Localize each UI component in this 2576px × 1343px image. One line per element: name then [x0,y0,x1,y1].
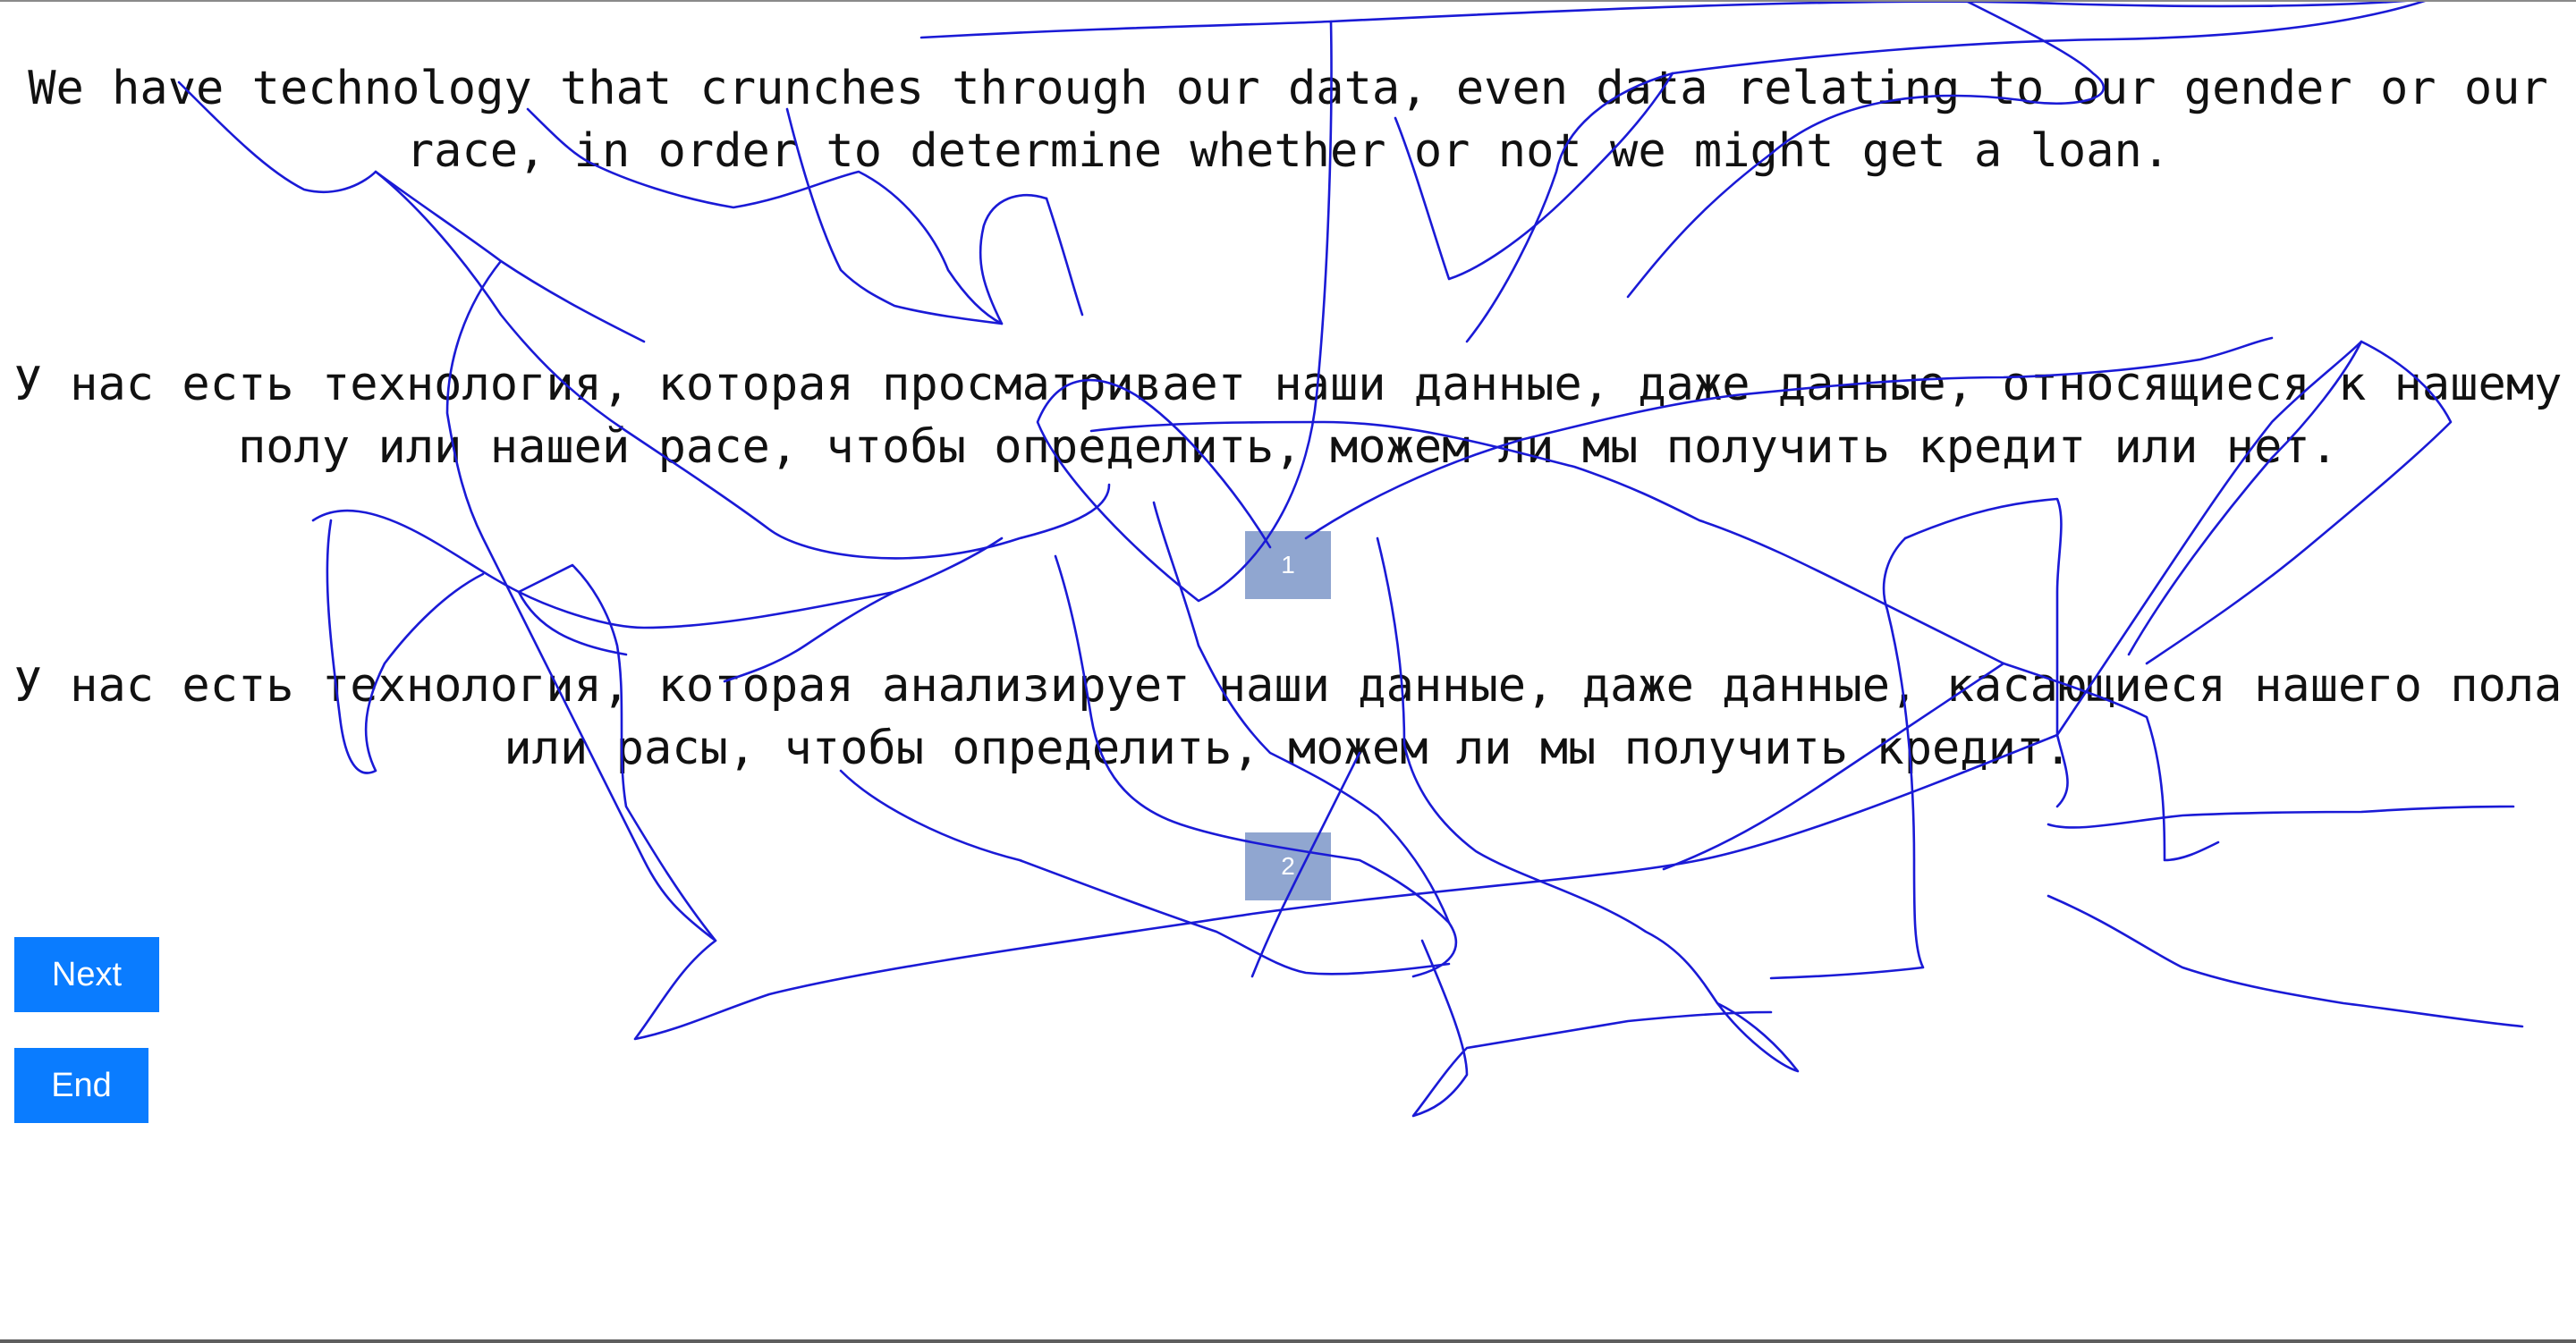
annotation-canvas[interactable]: We have technology that crunches through… [0,0,2576,1343]
translation-option-2: У нас есть технология, которая анализиру… [13,659,2563,775]
scribble-stroke [1045,197,1084,317]
scribble-stroke [311,509,1004,629]
scribble-stroke [1411,939,1773,1118]
end-button[interactable]: End [14,1048,148,1123]
source-sentence: We have technology that crunches through… [28,62,2548,178]
scribble-stroke [1089,420,2220,862]
option-2-number-badge[interactable]: 2 [1245,832,1331,900]
scribble-stroke [2046,894,2524,1028]
next-button[interactable]: Next [14,937,159,1012]
scribble-stroke [1376,536,1800,1073]
scribble-stroke [839,769,1451,976]
option-1-number-badge[interactable]: 1 [1245,531,1331,599]
translation-option-1: У нас есть технология, которая просматри… [13,358,2563,474]
scribble-stroke [2046,805,2515,829]
scribble-stroke [374,170,646,343]
